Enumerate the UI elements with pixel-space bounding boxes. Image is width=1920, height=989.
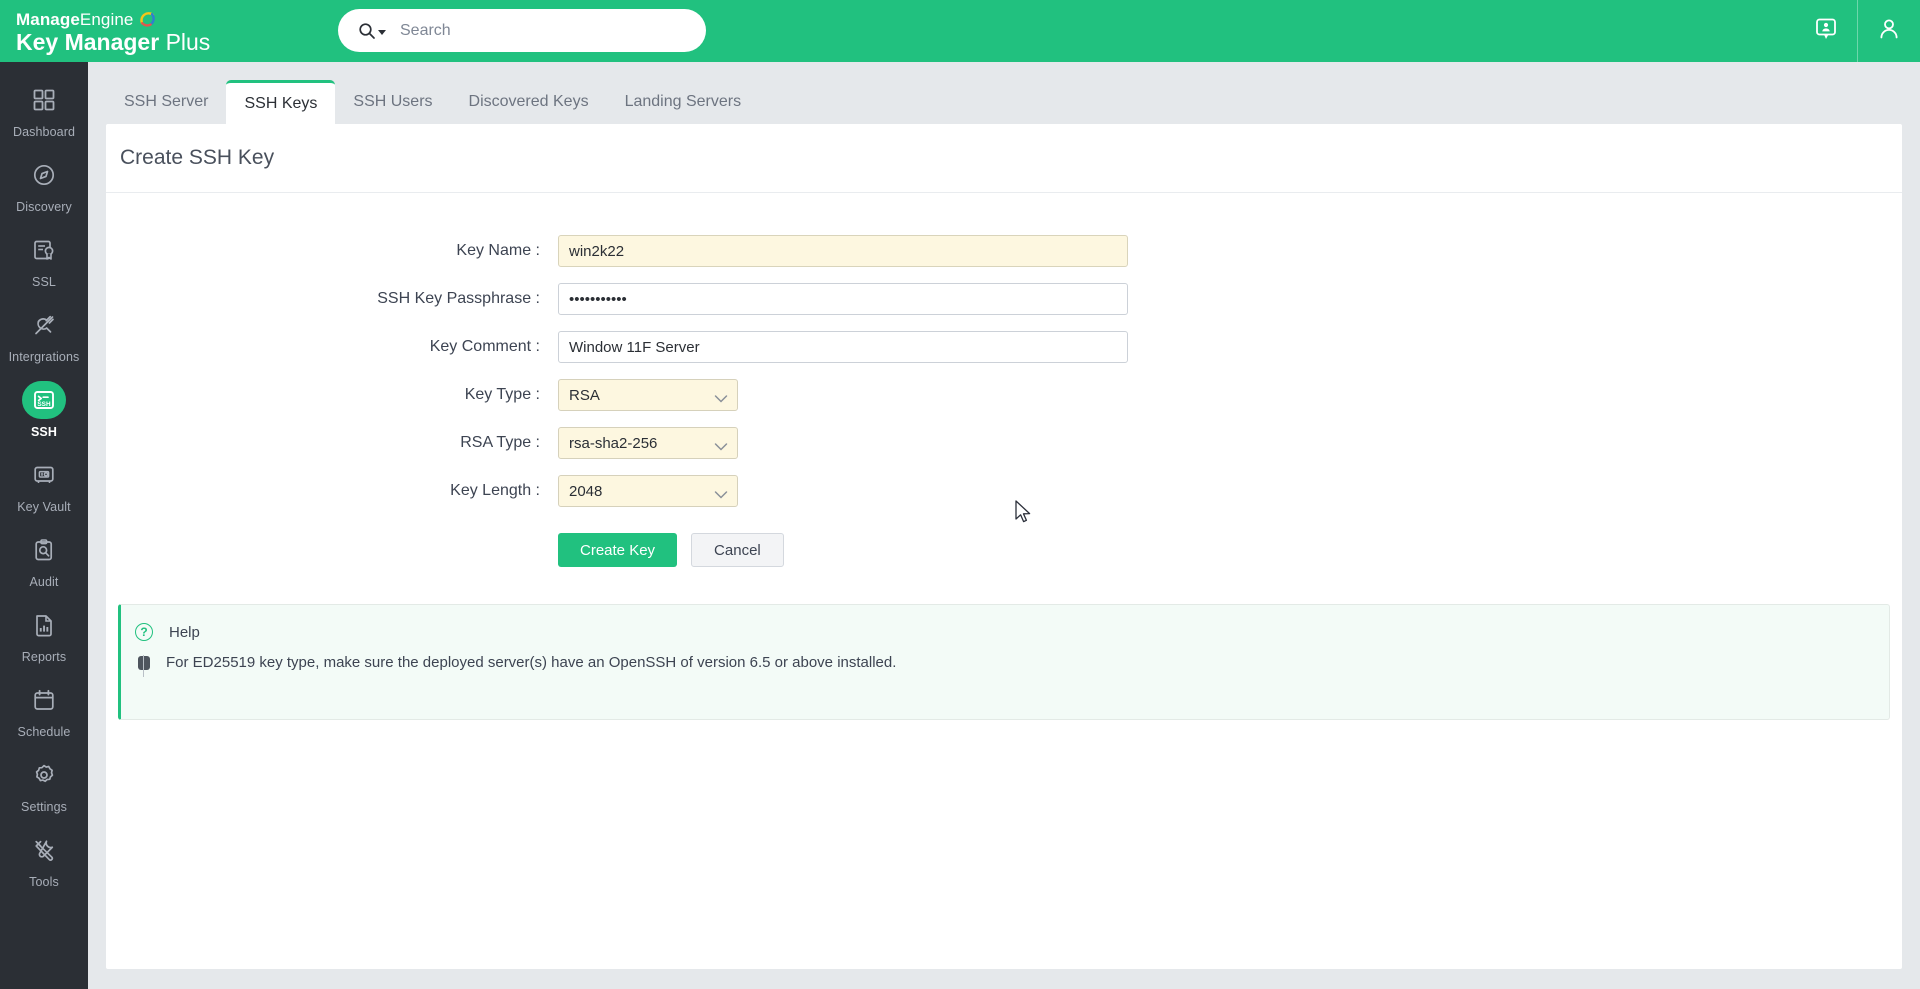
cancel-button[interactable]: Cancel: [691, 533, 784, 567]
chevron-down-icon: [714, 487, 728, 504]
sidebar-label: Key Vault: [17, 499, 71, 514]
sidebar-item-discovery[interactable]: Discovery: [0, 147, 88, 222]
question-circle-icon: ?: [135, 623, 153, 641]
rsa-type-value: rsa-sha2-256: [569, 434, 658, 452]
report-chart-icon: [22, 606, 66, 644]
content-card: Create SSH Key Key Name : SSH Key Passph…: [106, 124, 1902, 969]
sidebar-label: Tools: [29, 874, 59, 889]
ssh-key-passphrase-input[interactable]: [558, 283, 1128, 315]
page-title: Create SSH Key: [120, 146, 275, 169]
product-name: Key Manager Plus: [16, 30, 300, 54]
compass-icon: [22, 156, 66, 194]
sidebar-label: SSL: [32, 274, 56, 289]
field-row-key-name: Key Name :: [106, 235, 1902, 267]
rsa-type-select[interactable]: rsa-sha2-256: [558, 427, 738, 459]
manageengine-swoosh-icon: [139, 11, 156, 28]
sidebar-item-ssh[interactable]: SSH SSH: [0, 372, 88, 447]
sidebar-item-tools[interactable]: Tools: [0, 822, 88, 897]
tab-landing-servers[interactable]: Landing Servers: [607, 80, 760, 124]
tab-ssh-users[interactable]: SSH Users: [335, 80, 450, 124]
user-profile-icon[interactable]: [1876, 16, 1902, 47]
chevron-down-icon: [714, 391, 728, 408]
support-chat-button[interactable]: [1795, 0, 1857, 62]
left-sidebar: Dashboard Discovery SSL Intergrations SS…: [0, 62, 88, 989]
tab-bar: SSH Server SSH Keys SSH Users Discovered…: [88, 62, 1920, 124]
user-profile-button[interactable]: [1858, 0, 1920, 62]
sidebar-item-dashboard[interactable]: Dashboard: [0, 72, 88, 147]
label-key-comment: Key Comment :: [429, 338, 540, 355]
help-title: Help: [169, 623, 200, 641]
sidebar-label: Settings: [21, 799, 67, 814]
sidebar-item-schedule[interactable]: Schedule: [0, 672, 88, 747]
key-type-select[interactable]: RSA: [558, 379, 738, 411]
support-chat-icon[interactable]: [1813, 16, 1839, 47]
sidebar-item-ssl[interactable]: SSL: [0, 222, 88, 297]
tools-wrench-icon: [22, 831, 66, 869]
sidebar-label: Dashboard: [12, 124, 76, 139]
create-key-button[interactable]: Create Key: [558, 533, 678, 567]
help-item: For ED25519 key type, make sure the depl…: [121, 641, 1889, 671]
clipboard-search-icon: [22, 531, 66, 569]
calendar-icon: [22, 681, 66, 719]
help-header: ? Help: [121, 605, 1889, 641]
field-row-key-type: Key Type : RSA: [106, 379, 1902, 411]
safe-vault-icon: [22, 456, 66, 494]
sidebar-item-key-vault[interactable]: Key Vault: [0, 447, 88, 522]
sidebar-label: Intergrations: [8, 349, 80, 364]
search-icon[interactable]: [358, 22, 376, 40]
sidebar-label: Schedule: [17, 724, 71, 739]
top-header: ManageEngine Key Manager Plus: [0, 0, 1920, 62]
form-actions: Create Key Cancel: [106, 533, 1902, 567]
label-key-name: Key Name :: [456, 242, 540, 259]
create-ssh-key-form: Key Name : SSH Key Passphrase : Key Comm…: [106, 193, 1902, 567]
product-name-light: Plus: [165, 29, 211, 56]
label-rsa-type: RSA Type :: [460, 434, 540, 451]
sidebar-label: SSH: [30, 424, 57, 439]
product-name-bold: Key Manager: [16, 29, 160, 56]
key-name-input[interactable]: [558, 235, 1128, 267]
svg-text:SSH: SSH: [37, 401, 51, 408]
global-search[interactable]: [338, 9, 706, 52]
sidebar-item-intergrations[interactable]: Intergrations: [0, 297, 88, 372]
help-connector-line: [143, 655, 144, 677]
grid-dashboard-icon: [22, 81, 66, 119]
sidebar-item-reports[interactable]: Reports: [0, 597, 88, 672]
field-row-key-comment: Key Comment :: [106, 331, 1902, 363]
label-ssh-key-passphrase: SSH Key Passphrase :: [377, 290, 540, 307]
field-row-ssh-key-passphrase: SSH Key Passphrase :: [106, 283, 1902, 315]
sidebar-label: Reports: [21, 649, 67, 664]
sidebar-item-audit[interactable]: Audit: [0, 522, 88, 597]
ssh-terminal-icon: SSH: [22, 380, 66, 419]
label-key-type: Key Type :: [464, 386, 540, 403]
brand-manage-text: Manage: [16, 9, 80, 29]
field-row-key-length: Key Length : 2048: [106, 475, 1902, 507]
help-panel: ? Help For ED25519 key type, make sure t…: [118, 604, 1890, 720]
key-length-value: 2048: [569, 482, 603, 500]
field-row-rsa-type: RSA Type : rsa-sha2-256: [106, 427, 1902, 459]
tab-ssh-keys[interactable]: SSH Keys: [226, 80, 336, 124]
plug-icon: [22, 306, 66, 344]
help-bullet-text: For ED25519 key type, make sure the depl…: [166, 654, 897, 671]
brand-manageengine: ManageEngine: [16, 8, 156, 29]
key-type-value: RSA: [569, 386, 600, 404]
search-scope-caret-icon[interactable]: [378, 30, 386, 35]
chevron-down-icon: [714, 439, 728, 456]
label-key-length: Key Length :: [450, 482, 540, 499]
key-comment-input[interactable]: [558, 331, 1128, 363]
tab-ssh-server[interactable]: SSH Server: [106, 80, 226, 124]
certificate-icon: [22, 231, 66, 269]
sidebar-label: Audit: [29, 574, 59, 589]
brand-engine-text: Engine: [79, 9, 134, 29]
bullet-icon: [138, 655, 150, 670]
sidebar-label: Discovery: [16, 199, 72, 214]
header-actions: [1795, 0, 1920, 62]
gear-icon: [22, 756, 66, 794]
brand-logo: ManageEngine Key Manager Plus: [0, 8, 300, 55]
tab-discovered-keys[interactable]: Discovered Keys: [451, 80, 607, 124]
search-input[interactable]: [400, 21, 670, 40]
key-length-select[interactable]: 2048: [558, 475, 738, 507]
sidebar-item-settings[interactable]: Settings: [0, 747, 88, 822]
